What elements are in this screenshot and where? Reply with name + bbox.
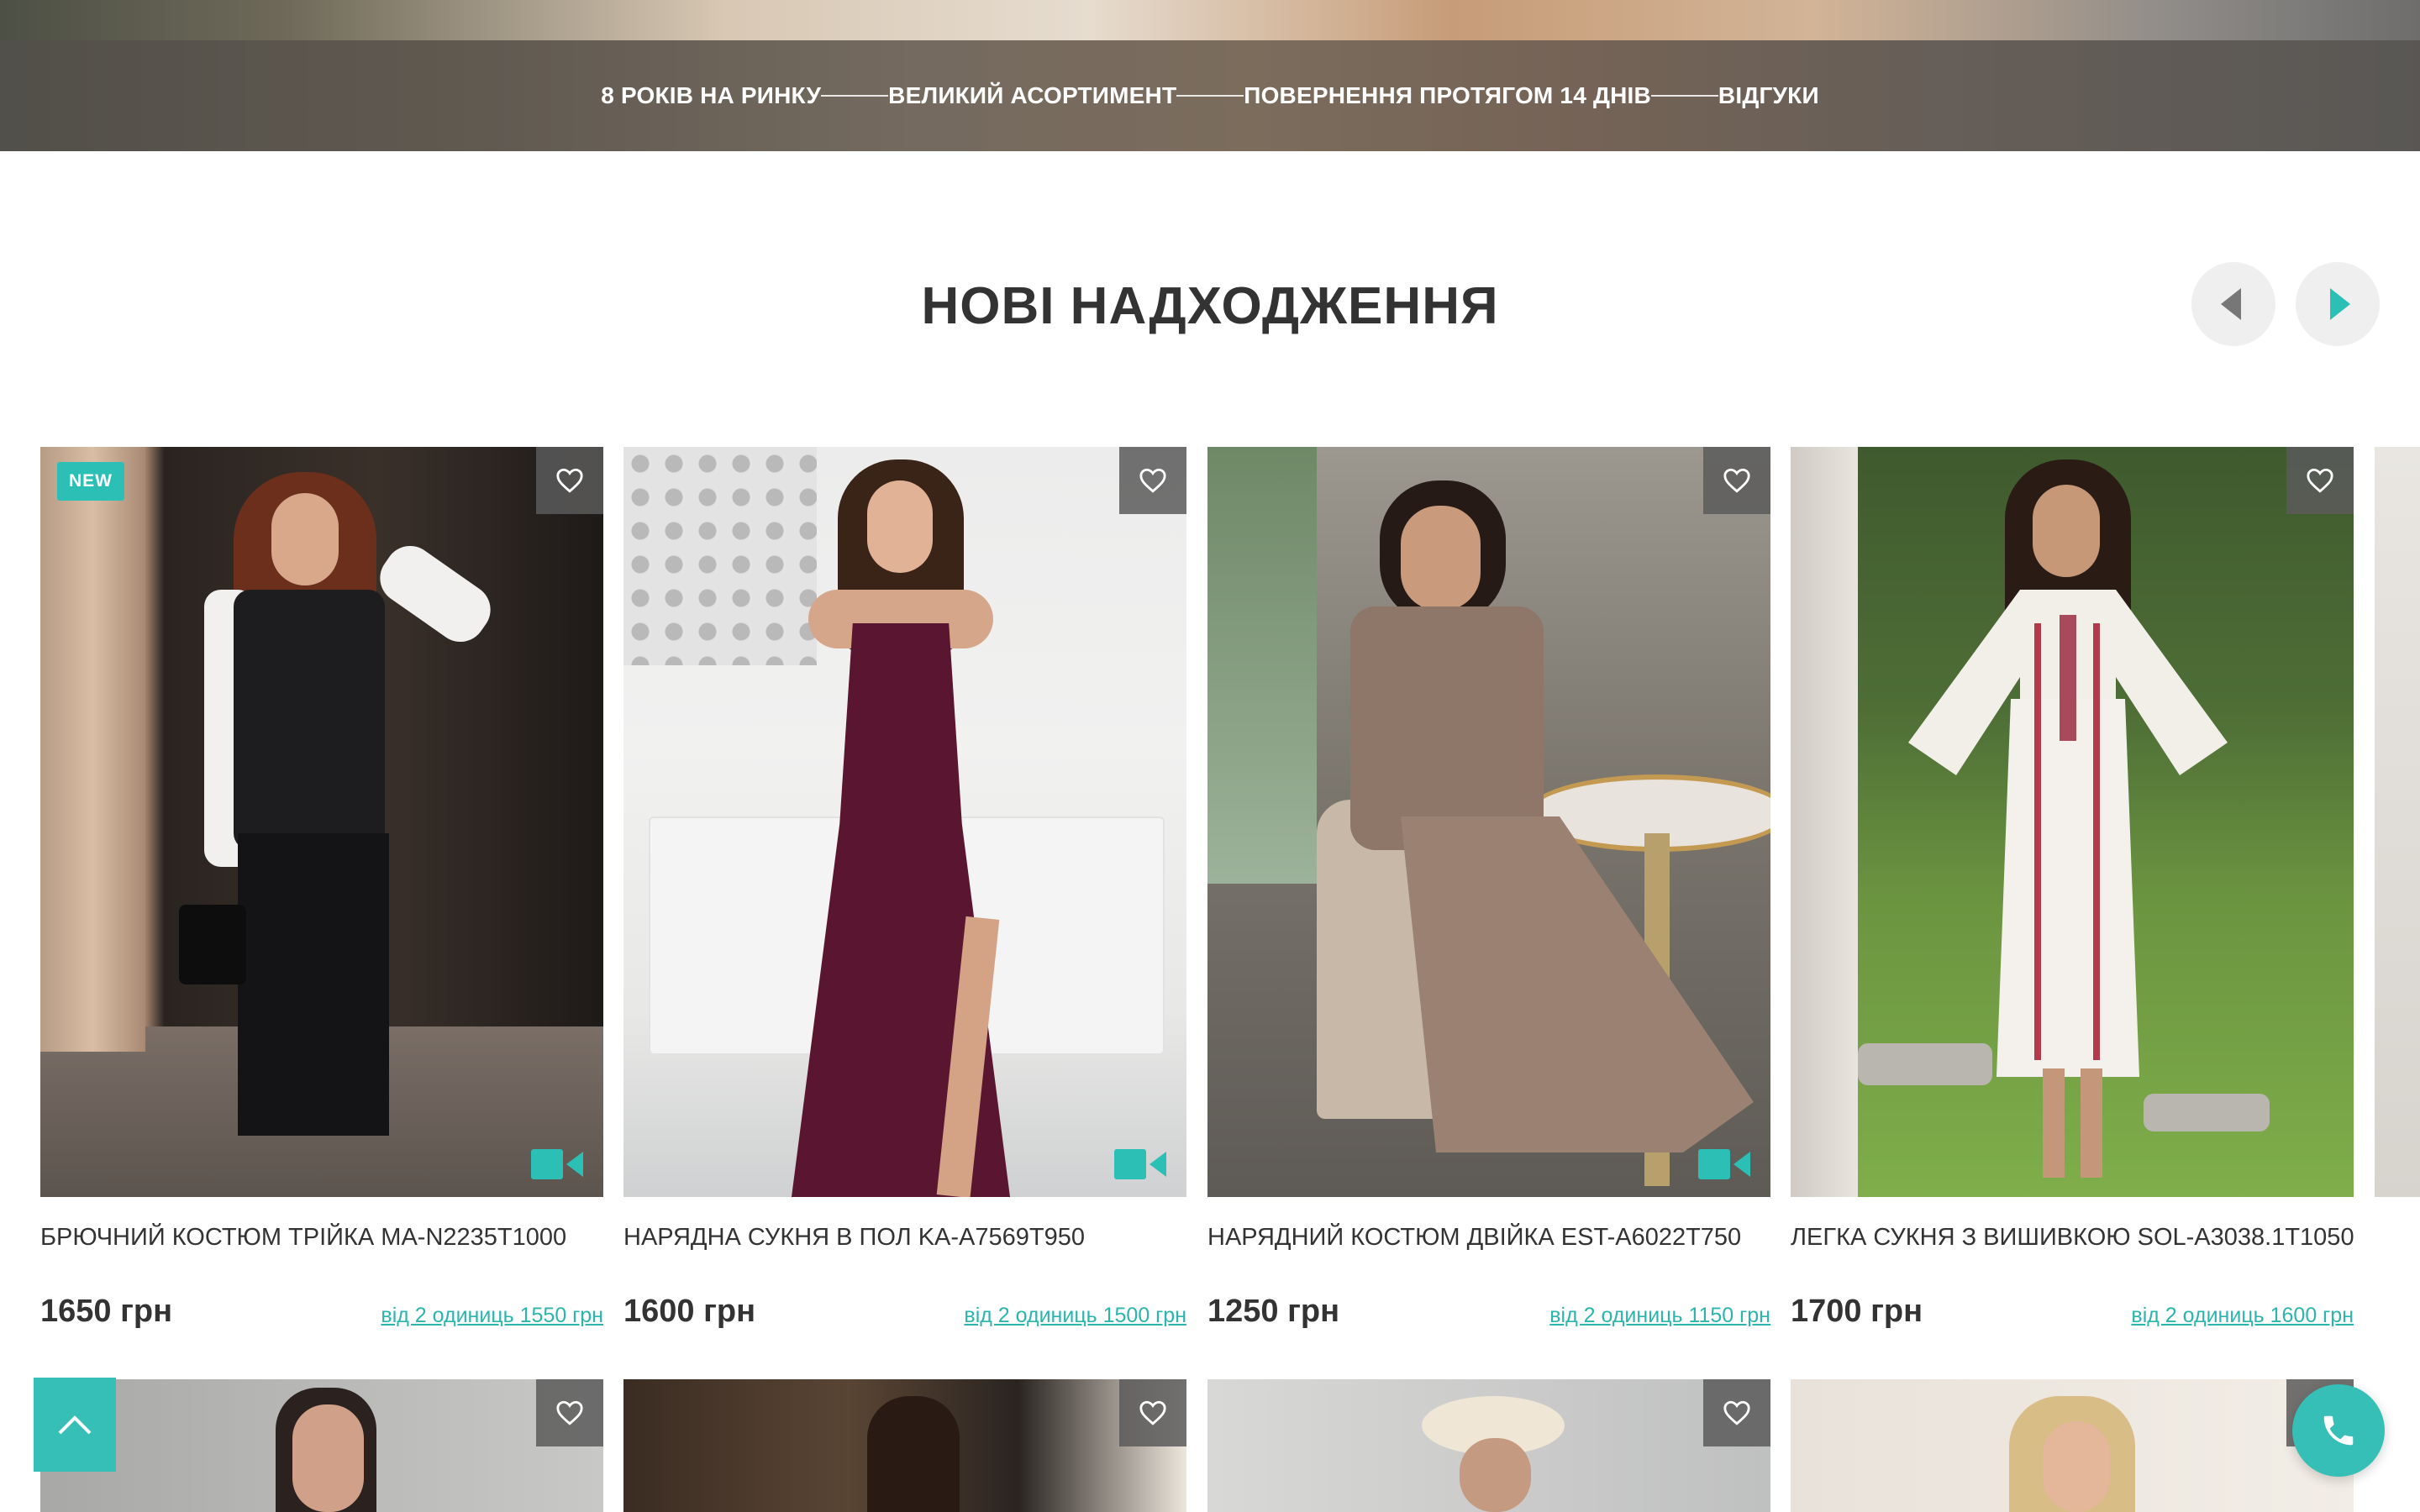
heart-icon (1139, 1400, 1166, 1425)
triangle-right-icon (2330, 288, 2350, 320)
product-title[interactable]: НАРЯДНИЙ КОСТЮМ ДВІЙКА EST-A6022T750 (1207, 1224, 1796, 1252)
phone-icon (2323, 1415, 2354, 1446)
wishlist-button[interactable] (536, 447, 603, 514)
bulk-price-link[interactable]: від 2 одиниць 1150 грн (1549, 1304, 1770, 1328)
wishlist-button[interactable] (1703, 1379, 1770, 1446)
video-camera-icon (1698, 1149, 1750, 1179)
product-card[interactable] (1207, 1379, 1770, 1512)
video-camera-icon (1114, 1149, 1166, 1179)
hero-photo (0, 0, 2420, 40)
product-card[interactable]: НАРЯДНИЙ КОСТЮМ ДВІЙКА EST-A6022T750 125… (1207, 447, 1770, 1329)
product-price: 1700 грн (1791, 1294, 1923, 1329)
wishlist-button[interactable] (536, 1379, 603, 1446)
carousel-prev-button[interactable] (2191, 262, 2275, 346)
advantage-reviews-link[interactable]: ВІДГУКИ (1718, 82, 1819, 109)
advantage-separator (1176, 95, 1244, 97)
product-card[interactable]: ЛЕГКА СУКНЯ З ВИШИВКОЮ SOL-A3038.1T1050 … (1791, 447, 2354, 1329)
product-title[interactable]: ЛЕГКА СУКНЯ З ВИШИВКОЮ SOL-A3038.1T1050 (1791, 1224, 2379, 1252)
advantage-separator (821, 95, 889, 97)
advantage-years: 8 РОКІВ НА РИНКУ (601, 82, 822, 108)
product-card[interactable]: НАРЯДНА СУКНЯ В ПОЛ KA-A7569T950 1600 гр… (623, 447, 1186, 1329)
product-price: 1250 грн (1207, 1294, 1340, 1329)
hero-banner: 8 РОКІВ НА РИНКУ ВЕЛИКИЙ АСОРТИМЕНТ ПОВЕ… (0, 0, 2420, 151)
product-card-partial[interactable] (2375, 447, 2420, 1197)
heart-icon (556, 1400, 583, 1425)
wishlist-button[interactable] (1119, 447, 1186, 514)
section-title: НОВІ НАДХОДЖЕННЯ (921, 277, 1499, 335)
advantage-assortment: ВЕЛИКИЙ АСОРТИМЕНТ (888, 82, 1177, 108)
advantage-separator (1650, 95, 1718, 97)
advantages-bar: 8 РОКІВ НА РИНКУ ВЕЛИКИЙ АСОРТИМЕНТ ПОВЕ… (0, 40, 2420, 151)
product-photo[interactable]: NEW (40, 447, 603, 1197)
heart-icon (2307, 468, 2333, 493)
heart-icon (1723, 1400, 1750, 1425)
product-photo[interactable] (1207, 447, 1770, 1197)
product-card[interactable] (1791, 1379, 2354, 1512)
video-camera-icon (531, 1149, 583, 1179)
carousel-next-button[interactable] (2296, 262, 2380, 346)
wishlist-button[interactable] (1119, 1379, 1186, 1446)
wishlist-button[interactable] (1703, 447, 1770, 514)
heart-icon (1723, 468, 1750, 493)
product-card[interactable] (623, 1379, 1186, 1512)
bulk-price-link[interactable]: від 2 одиниць 1550 грн (381, 1304, 603, 1328)
product-photo[interactable] (1791, 447, 2354, 1197)
product-price: 1650 грн (40, 1294, 173, 1329)
heart-icon (556, 468, 583, 493)
call-button[interactable] (2292, 1384, 2385, 1477)
product-card[interactable] (40, 1379, 603, 1512)
advantage-returns: ПОВЕРНЕННЯ ПРОТЯГОМ 14 ДНІВ (1244, 82, 1651, 108)
bulk-price-link[interactable]: від 2 одиниць 1600 грн (2131, 1304, 2354, 1328)
new-badge: NEW (57, 462, 124, 501)
product-price: 1600 грн (623, 1294, 756, 1329)
product-title[interactable]: БРЮЧНИЙ КОСТЮМ ТРІЙКА MA-N2235T1000 (40, 1224, 629, 1252)
scroll-to-top-button[interactable] (34, 1378, 116, 1472)
wishlist-button[interactable] (2286, 447, 2354, 514)
heart-icon (1139, 468, 1166, 493)
triangle-left-icon (2221, 288, 2241, 320)
product-card[interactable]: NEW БРЮЧНИЙ КОСТЮМ ТРІЙКА MA-N2235T1000 … (40, 447, 603, 1329)
bulk-price-link[interactable]: від 2 одиниць 1500 грн (964, 1304, 1186, 1328)
product-title[interactable]: НАРЯДНА СУКНЯ В ПОЛ KA-A7569T950 (623, 1224, 1212, 1252)
chevron-up-icon (58, 1415, 92, 1435)
product-photo[interactable] (623, 447, 1186, 1197)
